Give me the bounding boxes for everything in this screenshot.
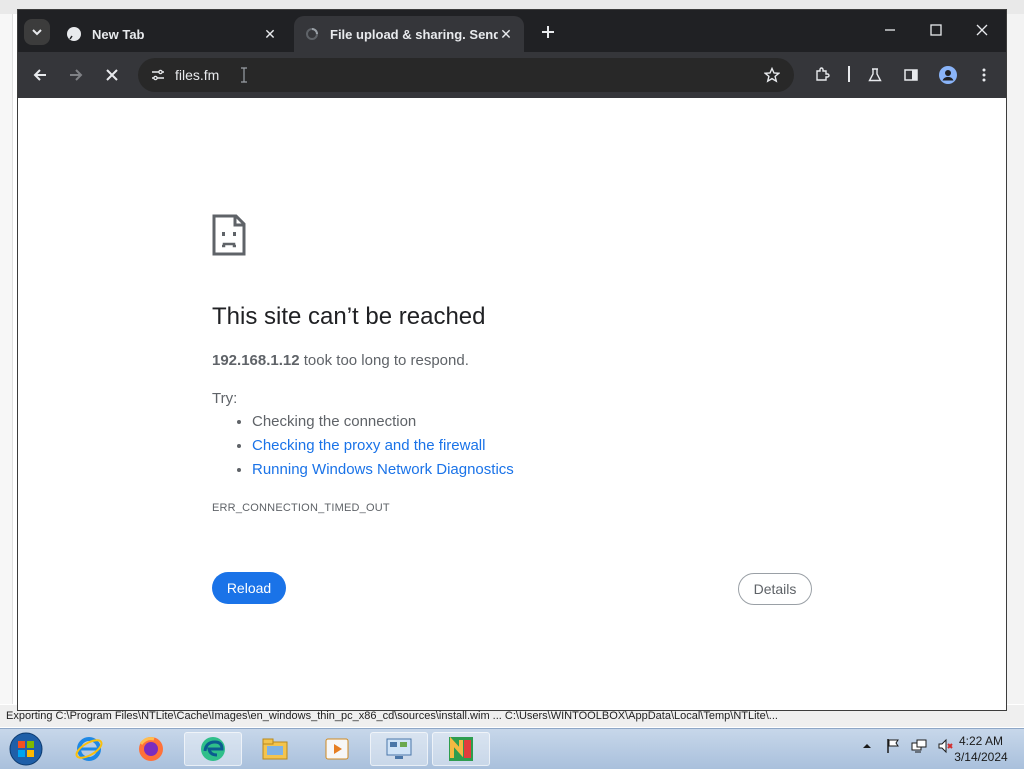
explorer-icon [262, 738, 288, 760]
suggestion-list: Checking the connection Checking the pro… [212, 410, 514, 482]
profile-button[interactable] [934, 61, 962, 89]
background-right-panel [1006, 14, 1024, 704]
side-panel-button[interactable] [897, 61, 925, 89]
close-window-button[interactable] [960, 16, 1004, 44]
avatar-icon [939, 66, 957, 84]
toolbar-separator [848, 66, 850, 82]
tab-file-upload[interactable]: File upload & sharing. Send lar ✕ [294, 16, 524, 52]
internet-explorer-icon [75, 737, 103, 761]
side-panel-icon [904, 69, 918, 81]
kebab-menu-icon [982, 68, 986, 82]
tab-title: New Tab [92, 26, 145, 42]
close-icon[interactable]: ✕ [498, 26, 514, 42]
suggestion-check-proxy-firewall[interactable]: Checking the proxy and the firewall [252, 434, 514, 458]
suggestion-check-connection: Checking the connection [252, 410, 514, 434]
ntlite-icon [449, 736, 473, 761]
puzzle-icon [816, 67, 830, 81]
chevron-down-icon [32, 29, 42, 36]
tab-new-tab[interactable]: New Tab ✕ [56, 16, 288, 52]
media-player-icon [325, 738, 349, 760]
suggestion-link[interactable]: Checking the proxy and the firewall [252, 437, 485, 454]
plus-icon [542, 26, 554, 38]
close-icon[interactable]: ✕ [262, 26, 278, 42]
windows-orb-icon [9, 732, 43, 766]
clock-date: 3/14/2024 [954, 750, 1008, 764]
action-center-flag-icon[interactable] [884, 737, 902, 755]
taskbar-edge[interactable] [184, 732, 242, 766]
clock-time: 4:22 AM [958, 734, 1004, 748]
new-tab-button[interactable] [536, 20, 560, 44]
edge-icon [201, 737, 225, 761]
tab-strip: New Tab ✕ File upload & sharing. Send la… [18, 10, 1006, 52]
taskbar-explorer[interactable] [246, 732, 304, 766]
suggestion-text: Checking the connection [252, 413, 417, 430]
error-title: This site can’t be reached [212, 303, 486, 330]
taskbar: 4:22 AM 3/14/2024 [0, 728, 1024, 769]
tab-search-button[interactable] [24, 19, 50, 45]
taskbar-internet-explorer[interactable] [60, 732, 118, 766]
error-page: This site can’t be reached 192.168.1.12 … [18, 98, 1006, 710]
menu-button[interactable] [970, 61, 998, 89]
error-host: 192.168.1.12 [212, 352, 300, 369]
chrome-favicon-icon [66, 26, 82, 42]
background-left-panel [0, 14, 13, 704]
address-bar[interactable]: files.fm [138, 58, 794, 92]
text-cursor-icon [241, 67, 247, 83]
reload-button[interactable]: Reload [212, 572, 286, 604]
back-button[interactable] [26, 61, 54, 89]
taskbar-media-player[interactable] [308, 732, 366, 766]
minimize-button[interactable] [868, 16, 912, 44]
taskbar-control-panel[interactable] [370, 732, 428, 766]
arrow-left-icon [33, 69, 46, 81]
labs-button[interactable] [861, 61, 889, 89]
network-icon[interactable] [910, 737, 928, 755]
stop-loading-button[interactable] [98, 61, 126, 89]
arrow-right-icon [70, 69, 83, 81]
sad-document-icon [212, 214, 246, 256]
suggestion-link[interactable]: Running Windows Network Diagnostics [252, 461, 514, 478]
show-hidden-icons-icon[interactable] [858, 737, 876, 755]
error-code: ERR_CONNECTION_TIMED_OUT [212, 502, 390, 514]
close-icon [976, 24, 988, 36]
control-panel-icon [386, 738, 412, 759]
try-label: Try: [212, 390, 238, 407]
taskbar-ntlite[interactable] [432, 732, 490, 766]
close-icon [106, 69, 118, 81]
firefox-icon [139, 737, 163, 761]
maximize-button[interactable] [914, 16, 958, 44]
browser-window: New Tab ✕ File upload & sharing. Send la… [18, 10, 1006, 710]
system-clock[interactable]: 4:22 AM 3/14/2024 [950, 733, 1012, 765]
details-button[interactable]: Details [738, 573, 812, 605]
site-info-tune-icon[interactable] [146, 63, 170, 87]
forward-button[interactable] [62, 61, 90, 89]
system-tray [858, 737, 954, 755]
error-description: 192.168.1.12 took too long to respond. [212, 352, 469, 369]
maximize-icon [930, 24, 942, 36]
flask-icon [868, 68, 882, 82]
taskbar-firefox[interactable] [122, 732, 180, 766]
start-button[interactable] [4, 731, 48, 767]
bookmark-star-icon[interactable] [760, 63, 784, 87]
browser-toolbar: files.fm [18, 52, 1006, 98]
loading-spinner-icon [304, 26, 320, 42]
minimize-icon [885, 29, 895, 31]
error-description-rest: took too long to respond. [299, 352, 469, 369]
url-text[interactable]: files.fm [175, 58, 219, 92]
extensions-button[interactable] [808, 61, 836, 89]
tab-title: File upload & sharing. Send lar [330, 26, 498, 42]
suggestion-run-diagnostics[interactable]: Running Windows Network Diagnostics [252, 458, 514, 482]
